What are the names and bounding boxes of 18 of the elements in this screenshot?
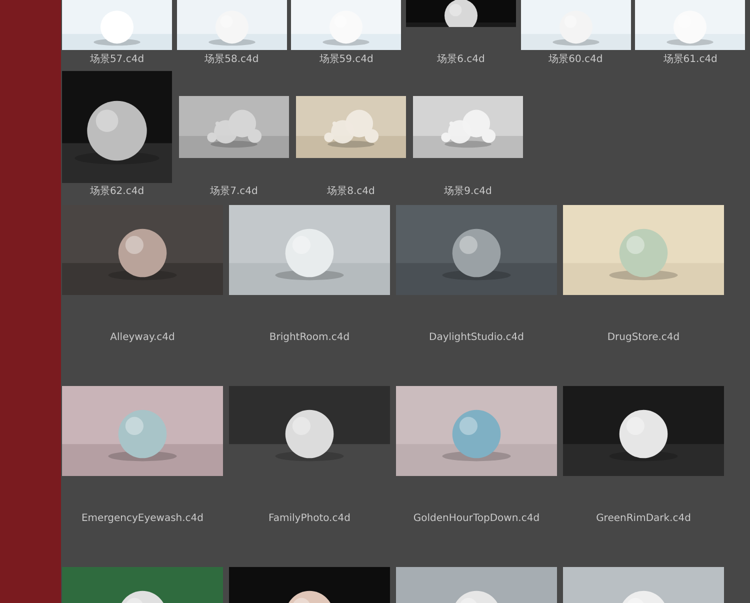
file-name: 场景6.c4d <box>436 52 486 66</box>
file-name: 场景58.c4d <box>204 52 260 66</box>
file-name: GreenRimDark.c4d <box>595 513 692 524</box>
file-name: BrightRoom.c4d <box>268 332 351 343</box>
file-name: 场景59.c4d <box>318 52 374 66</box>
file-name: 场景8.c4d <box>326 184 376 198</box>
file-name: FamilyPhoto.c4d <box>268 513 352 524</box>
file-name: 场景9.c4d <box>443 184 493 198</box>
file-name: EmergencyEyewash.c4d <box>80 513 205 524</box>
file-name: DaylightStudio.c4d <box>428 332 525 343</box>
file-name: DrugStore.c4d <box>606 332 681 343</box>
file-name: 场景62.c4d <box>88 184 146 198</box>
file-name: 场景7.c4d <box>209 184 259 198</box>
file-name: 场景60.c4d <box>548 52 604 66</box>
file-name: GoldenHourTopDown.c4d <box>412 513 541 524</box>
file-name: Alleyway.c4d <box>109 332 176 343</box>
file-name: 场景61.c4d <box>662 52 718 66</box>
file-name: 场景57.c4d <box>88 52 146 66</box>
